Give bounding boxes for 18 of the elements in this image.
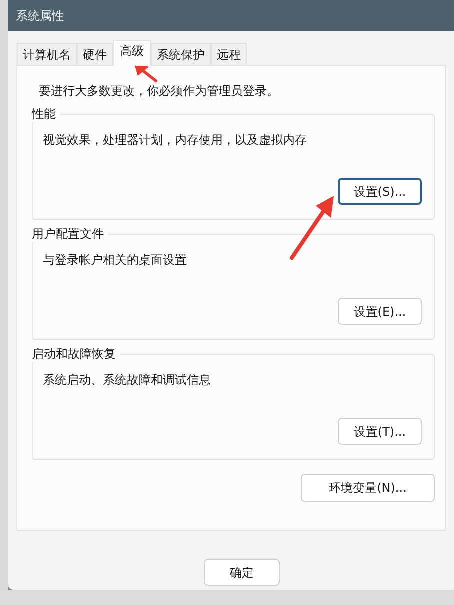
settings-button[interactable]: 设置(T)...: [338, 418, 422, 445]
settings-button[interactable]: 设置(S)...: [338, 178, 422, 205]
tab[interactable]: 系统保护: [151, 43, 211, 65]
group-description: 系统启动、系统故障和调试信息: [43, 372, 212, 389]
settings-button[interactable]: 设置(E)...: [338, 298, 422, 325]
admin-notice: 要进行大多数更改，你必须作为管理员登录。: [39, 83, 280, 100]
tab[interactable]: 高级: [113, 40, 151, 66]
group-title: 性能: [32, 106, 60, 122]
tab[interactable]: 远程: [211, 43, 247, 65]
environment-variables-button[interactable]: 环境变量(N)...: [301, 474, 435, 502]
group-description: 视觉效果，处理器计划，内存使用，以及虚拟内存: [43, 132, 308, 149]
window-title: 系统属性: [16, 8, 64, 24]
group-title: 启动和故障恢复: [32, 346, 120, 362]
tab[interactable]: 计算机名: [17, 43, 77, 65]
ok-button[interactable]: 确定: [204, 559, 280, 586]
tab[interactable]: 硬件: [77, 43, 113, 65]
group-description: 与登录帐户相关的桌面设置: [43, 252, 188, 269]
group-title: 用户配置文件: [32, 226, 108, 242]
